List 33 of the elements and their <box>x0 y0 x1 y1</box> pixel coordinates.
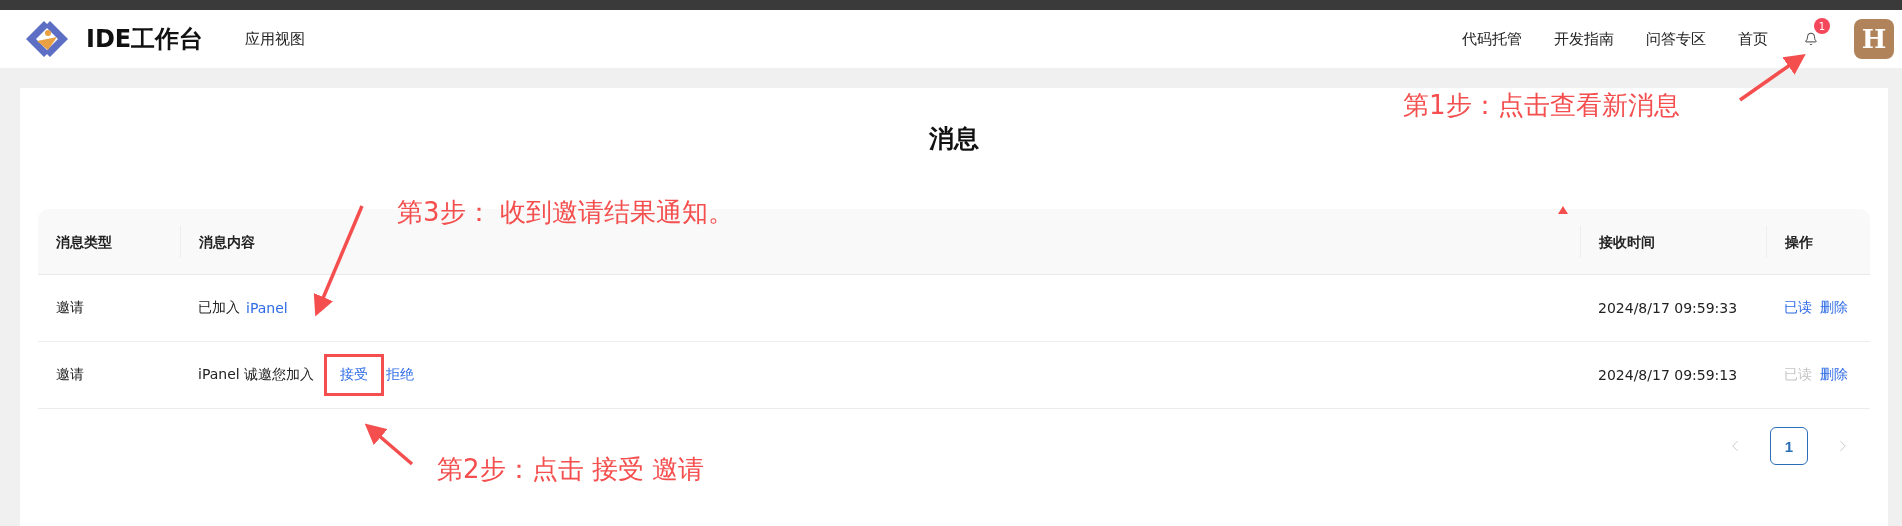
app-title: IDE工作台 <box>86 24 204 55</box>
table-cell-text: 邀请 <box>55 366 85 384</box>
column-header: 消息内容 <box>180 225 1580 258</box>
nav-link[interactable]: 问答专区 <box>1646 29 1706 49</box>
table-cell-text: 2024/8/17 09:59:33 <box>1597 300 1739 316</box>
triangle-mark <box>1558 206 1568 214</box>
page-button[interactable]: 1 <box>1770 427 1808 465</box>
nav-link[interactable]: 应用视图 <box>245 29 306 49</box>
nav-link[interactable]: 代码托管 <box>1462 29 1522 49</box>
annotation-arrow <box>1739 54 1806 102</box>
logo-icon <box>24 19 70 59</box>
annotation-text: 第1步：点击查看新消息 <box>1403 89 1680 122</box>
table-cell-text: 2024/8/17 09:59:13 <box>1597 367 1739 383</box>
annotation-arrow <box>364 423 414 466</box>
table-cell-text: 邀请 <box>55 299 85 317</box>
bell-icon <box>1804 32 1818 46</box>
notification-badge: 1 <box>1814 18 1830 34</box>
column-header: 消息类型 <box>55 232 113 252</box>
annotation-text: 第2步：点击 接受 邀请 <box>437 453 705 486</box>
action-link[interactable]: 删除 <box>1820 299 1848 317</box>
message-text: 已加入 <box>198 299 240 317</box>
column-header: 接收时间 <box>1580 225 1766 258</box>
message-link[interactable]: iPanel <box>246 300 288 316</box>
user-avatar[interactable]: H <box>1854 19 1894 59</box>
page-title: 消息 <box>928 123 980 155</box>
message-text: iPanel 诚邀您加入 <box>198 366 315 384</box>
nav-link[interactable]: 开发指南 <box>1554 29 1614 49</box>
action-link[interactable]: 已读 <box>1784 299 1812 317</box>
message-link[interactable]: 接受 <box>324 354 385 396</box>
action-link[interactable]: 删除 <box>1820 366 1848 384</box>
nav-link[interactable]: 首页 <box>1738 29 1768 49</box>
column-header: 操作 <box>1766 225 1870 258</box>
message-link[interactable]: 拒绝 <box>386 366 415 384</box>
